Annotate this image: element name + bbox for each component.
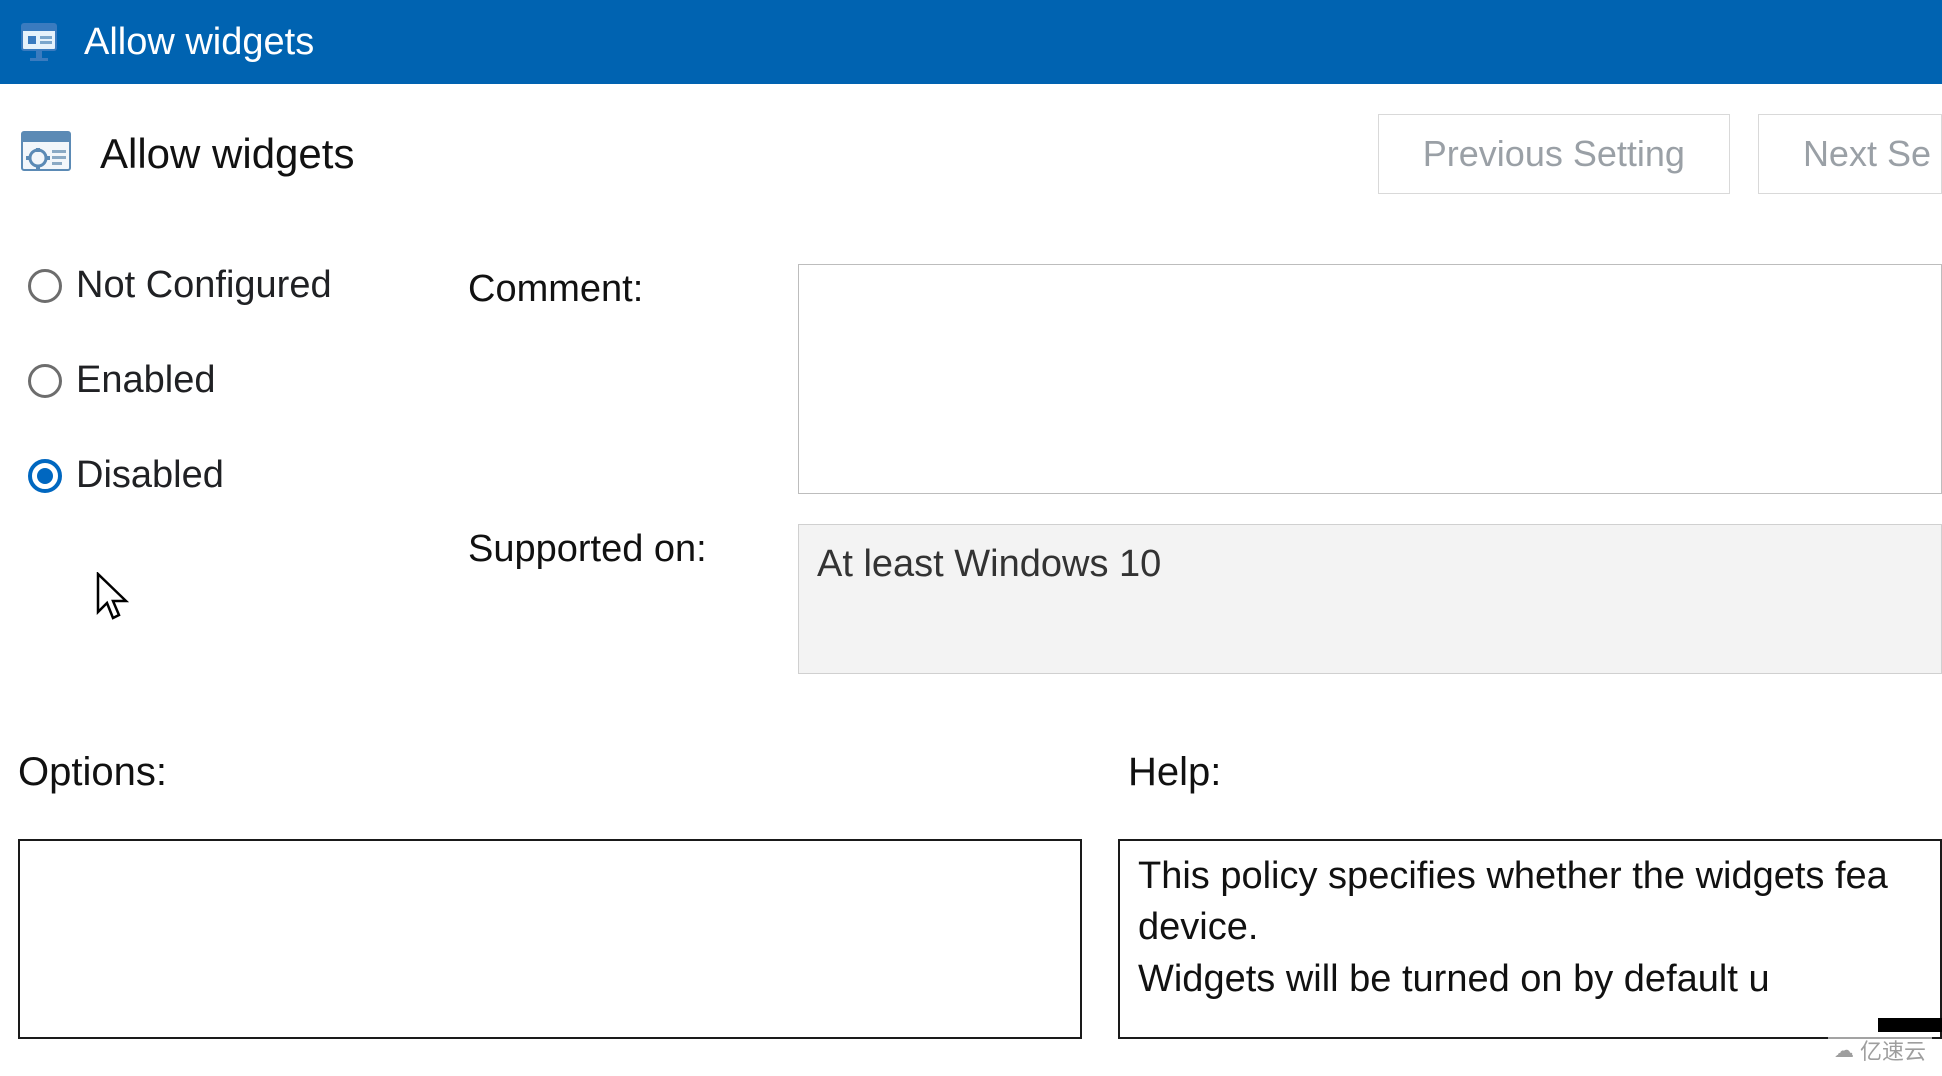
previous-setting-button[interactable]: Previous Setting <box>1378 114 1730 194</box>
help-panel: This policy specifies whether the widget… <box>1118 839 1942 1039</box>
radio-icon <box>28 269 62 303</box>
help-label: Help: <box>1128 750 1221 795</box>
next-setting-button[interactable]: Next Se <box>1758 114 1942 194</box>
policy-title-wrap: Allow widgets <box>18 126 354 182</box>
radio-disabled[interactable]: Disabled <box>28 454 468 497</box>
supported-on-label: Supported on: <box>468 524 768 674</box>
header-row: Allow widgets Previous Setting Next Se <box>18 114 1942 194</box>
policy-window-icon <box>18 16 66 69</box>
client-area: Allow widgets Previous Setting Next Se N… <box>0 84 1942 1039</box>
watermark-icon: ☁ <box>1834 1038 1854 1063</box>
video-progress-fragment <box>1878 1018 1942 1032</box>
policy-name: Allow widgets <box>100 130 354 178</box>
radio-label: Not Configured <box>76 264 332 307</box>
radio-icon <box>28 364 62 398</box>
radio-icon <box>28 459 62 493</box>
title-bar: Allow widgets <box>0 0 1942 84</box>
comment-row: Comment: <box>468 264 1942 494</box>
supported-row: Supported on: At least Windows 10 <box>468 524 1942 674</box>
radio-label: Enabled <box>76 359 215 402</box>
lower-labels: Options: Help: <box>18 750 1942 795</box>
comment-input[interactable] <box>798 264 1942 494</box>
policy-state-radios: Not Configured Enabled Disabled <box>18 264 468 704</box>
lower-boxes: This policy specifies whether the widget… <box>18 839 1942 1039</box>
radio-label: Disabled <box>76 454 224 497</box>
comment-label: Comment: <box>468 264 768 494</box>
watermark: ☁ 亿速云 <box>1828 1032 1932 1068</box>
radio-enabled[interactable]: Enabled <box>28 359 468 402</box>
fields-column: Comment: Supported on: At least Windows … <box>468 264 1942 704</box>
window-title: Allow widgets <box>84 21 314 64</box>
watermark-text: 亿速云 <box>1860 1034 1926 1066</box>
policy-setting-icon <box>18 126 74 182</box>
nav-buttons: Previous Setting Next Se <box>1378 114 1942 194</box>
help-text: This policy specifies whether the widget… <box>1138 855 1888 1000</box>
supported-on-value: At least Windows 10 <box>798 524 1942 674</box>
options-label: Options: <box>18 750 1128 795</box>
options-panel <box>18 839 1082 1039</box>
radio-not-configured[interactable]: Not Configured <box>28 264 468 307</box>
policy-config-area: Not Configured Enabled Disabled Comment:… <box>18 264 1942 704</box>
